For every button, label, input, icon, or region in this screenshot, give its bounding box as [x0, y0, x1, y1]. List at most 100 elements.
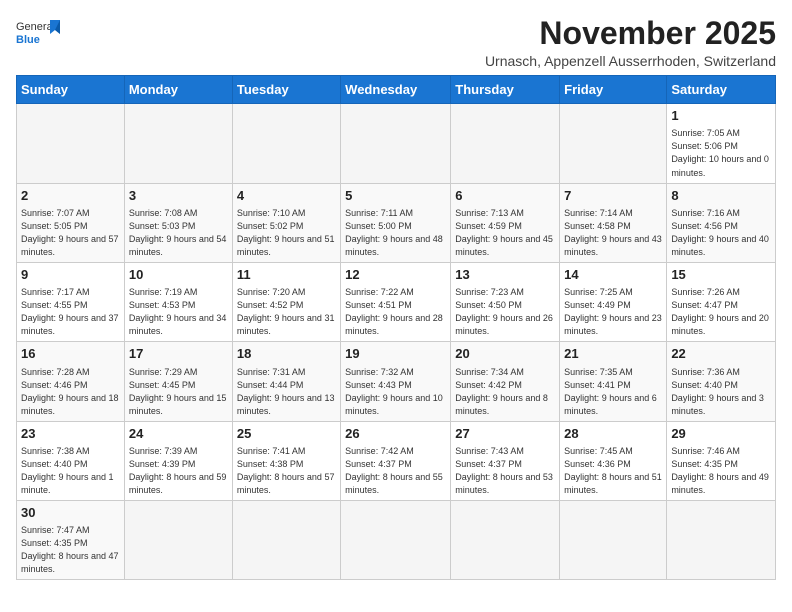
- svg-text:Blue: Blue: [16, 34, 40, 46]
- day-info: Sunrise: 7:28 AMSunset: 4:46 PMDaylight:…: [21, 366, 120, 418]
- day-number: 22: [671, 345, 771, 363]
- table-row: 5 Sunrise: 7:11 AMSunset: 5:00 PMDaylight…: [341, 183, 451, 262]
- table-row: [667, 501, 776, 580]
- col-friday: Friday: [560, 76, 667, 104]
- day-number: 16: [21, 345, 120, 363]
- svg-text:General: General: [16, 21, 55, 33]
- day-info: Sunrise: 7:29 AMSunset: 4:45 PMDaylight:…: [129, 366, 228, 418]
- day-number: 24: [129, 425, 228, 443]
- calendar-table: Sunday Monday Tuesday Wednesday Thursday…: [16, 75, 776, 580]
- calendar-week-row: 30Sunrise: 7:47 AMSunset: 4:35 PMDayligh…: [17, 501, 776, 580]
- col-wednesday: Wednesday: [341, 76, 451, 104]
- table-row: [232, 104, 340, 183]
- table-row: 3 Sunrise: 7:08 AMSunset: 5:03 PMDaylight…: [124, 183, 232, 262]
- table-row: 27 Sunrise: 7:43 AMSunset: 4:37 PMDayligh…: [451, 421, 560, 500]
- day-number: 27: [455, 425, 555, 443]
- day-info: Sunrise: 7:13 AMSunset: 4:59 PMDaylight:…: [455, 207, 555, 259]
- table-row: 12 Sunrise: 7:22 AMSunset: 4:51 PMDayligh…: [341, 262, 451, 341]
- col-monday: Monday: [124, 76, 232, 104]
- day-number: 29: [671, 425, 771, 443]
- day-info: Sunrise: 7:41 AMSunset: 4:38 PMDaylight:…: [237, 445, 336, 497]
- day-number: 25: [237, 425, 336, 443]
- day-number: 30: [21, 504, 120, 522]
- logo: General Blue: [16, 16, 64, 48]
- day-info: Sunrise: 7:32 AMSunset: 4:43 PMDaylight:…: [345, 366, 446, 418]
- title-block: November 2025 Urnasch, Appenzell Ausserr…: [485, 16, 776, 69]
- table-row: 2 Sunrise: 7:07 AMSunset: 5:05 PMDaylight…: [17, 183, 125, 262]
- table-row: 17 Sunrise: 7:29 AMSunset: 4:45 PMDayligh…: [124, 342, 232, 421]
- calendar-week-row: 2 Sunrise: 7:07 AMSunset: 5:05 PMDaylight…: [17, 183, 776, 262]
- day-number: 10: [129, 266, 228, 284]
- day-number: 3: [129, 187, 228, 205]
- table-row: 7 Sunrise: 7:14 AMSunset: 4:58 PMDaylight…: [560, 183, 667, 262]
- table-row: [17, 104, 125, 183]
- day-info: Sunrise: 7:17 AMSunset: 4:55 PMDaylight:…: [21, 286, 120, 338]
- table-row: 30Sunrise: 7:47 AMSunset: 4:35 PMDayligh…: [17, 501, 125, 580]
- col-sunday: Sunday: [17, 76, 125, 104]
- calendar-page: General Blue November 2025 Urnasch, Appe…: [0, 0, 792, 590]
- day-number: 2: [21, 187, 120, 205]
- table-row: [560, 501, 667, 580]
- table-row: [341, 104, 451, 183]
- table-row: 9 Sunrise: 7:17 AMSunset: 4:55 PMDaylight…: [17, 262, 125, 341]
- day-number: 13: [455, 266, 555, 284]
- day-info: Sunrise: 7:11 AMSunset: 5:00 PMDaylight:…: [345, 207, 446, 259]
- day-number: 6: [455, 187, 555, 205]
- day-info: Sunrise: 7:38 AMSunset: 4:40 PMDaylight:…: [21, 445, 120, 497]
- col-thursday: Thursday: [451, 76, 560, 104]
- day-number: 21: [564, 345, 662, 363]
- table-row: 29 Sunrise: 7:46 AMSunset: 4:35 PMDayligh…: [667, 421, 776, 500]
- table-row: 24 Sunrise: 7:39 AMSunset: 4:39 PMDayligh…: [124, 421, 232, 500]
- table-row: [232, 501, 340, 580]
- table-row: 13Sunrise: 7:23 AMSunset: 4:50 PMDayligh…: [451, 262, 560, 341]
- calendar-week-row: 1Sunrise: 7:05 AMSunset: 5:06 PMDaylight…: [17, 104, 776, 183]
- day-info: Sunrise: 7:08 AMSunset: 5:03 PMDaylight:…: [129, 207, 228, 259]
- table-row: [560, 104, 667, 183]
- day-info: Sunrise: 7:34 AMSunset: 4:42 PMDaylight:…: [455, 366, 555, 418]
- table-row: 22 Sunrise: 7:36 AMSunset: 4:40 PMDayligh…: [667, 342, 776, 421]
- day-info: Sunrise: 7:35 AMSunset: 4:41 PMDaylight:…: [564, 366, 662, 418]
- calendar-subtitle: Urnasch, Appenzell Ausserrhoden, Switzer…: [485, 53, 776, 69]
- calendar-title: November 2025: [485, 16, 776, 51]
- logo-svg: General Blue: [16, 16, 64, 48]
- header: General Blue November 2025 Urnasch, Appe…: [16, 16, 776, 69]
- day-number: 19: [345, 345, 446, 363]
- table-row: 14 Sunrise: 7:25 AMSunset: 4:49 PMDayligh…: [560, 262, 667, 341]
- day-number: 26: [345, 425, 446, 443]
- calendar-week-row: 16 Sunrise: 7:28 AMSunset: 4:46 PMDayligh…: [17, 342, 776, 421]
- table-row: 19 Sunrise: 7:32 AMSunset: 4:43 PMDayligh…: [341, 342, 451, 421]
- day-info: Sunrise: 7:20 AMSunset: 4:52 PMDaylight:…: [237, 286, 336, 338]
- day-info: Sunrise: 7:42 AMSunset: 4:37 PMDaylight:…: [345, 445, 446, 497]
- day-number: 17: [129, 345, 228, 363]
- day-number: 15: [671, 266, 771, 284]
- table-row: [451, 104, 560, 183]
- day-info: Sunrise: 7:43 AMSunset: 4:37 PMDaylight:…: [455, 445, 555, 497]
- day-number: 8: [671, 187, 771, 205]
- table-row: 8 Sunrise: 7:16 AMSunset: 4:56 PMDaylight…: [667, 183, 776, 262]
- table-row: 18Sunrise: 7:31 AMSunset: 4:44 PMDayligh…: [232, 342, 340, 421]
- col-tuesday: Tuesday: [232, 76, 340, 104]
- calendar-week-row: 23Sunrise: 7:38 AMSunset: 4:40 PMDayligh…: [17, 421, 776, 500]
- day-number: 7: [564, 187, 662, 205]
- day-info: Sunrise: 7:26 AMSunset: 4:47 PMDaylight:…: [671, 286, 771, 338]
- table-row: 25 Sunrise: 7:41 AMSunset: 4:38 PMDayligh…: [232, 421, 340, 500]
- day-number: 9: [21, 266, 120, 284]
- table-row: 6 Sunrise: 7:13 AMSunset: 4:59 PMDaylight…: [451, 183, 560, 262]
- calendar-body: 1Sunrise: 7:05 AMSunset: 5:06 PMDaylight…: [17, 104, 776, 580]
- day-info: Sunrise: 7:19 AMSunset: 4:53 PMDaylight:…: [129, 286, 228, 338]
- table-row: 11Sunrise: 7:20 AMSunset: 4:52 PMDayligh…: [232, 262, 340, 341]
- day-number: 14: [564, 266, 662, 284]
- day-number: 20: [455, 345, 555, 363]
- table-row: 20 Sunrise: 7:34 AMSunset: 4:42 PMDayligh…: [451, 342, 560, 421]
- day-info: Sunrise: 7:22 AMSunset: 4:51 PMDaylight:…: [345, 286, 446, 338]
- day-number: 12: [345, 266, 446, 284]
- day-info: Sunrise: 7:25 AMSunset: 4:49 PMDaylight:…: [564, 286, 662, 338]
- day-number: 5: [345, 187, 446, 205]
- table-row: 4Sunrise: 7:10 AMSunset: 5:02 PMDaylight…: [232, 183, 340, 262]
- day-info: Sunrise: 7:39 AMSunset: 4:39 PMDaylight:…: [129, 445, 228, 497]
- day-info: Sunrise: 7:46 AMSunset: 4:35 PMDaylight:…: [671, 445, 771, 497]
- day-info: Sunrise: 7:16 AMSunset: 4:56 PMDaylight:…: [671, 207, 771, 259]
- day-info: Sunrise: 7:14 AMSunset: 4:58 PMDaylight:…: [564, 207, 662, 259]
- day-info: Sunrise: 7:36 AMSunset: 4:40 PMDaylight:…: [671, 366, 771, 418]
- day-info: Sunrise: 7:07 AMSunset: 5:05 PMDaylight:…: [21, 207, 120, 259]
